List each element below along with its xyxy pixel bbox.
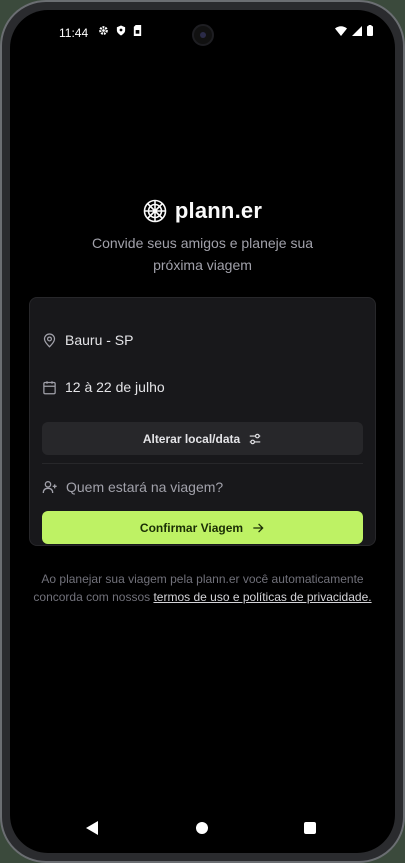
trip-card: Bauru - SP 12 à 22 de julho Alterar loca…	[29, 297, 376, 546]
battery-icon	[367, 25, 373, 36]
calendar-icon	[43, 380, 56, 394]
change-button-label: Alterar local/data	[142, 431, 241, 446]
sim-card-icon	[133, 25, 142, 36]
date-field[interactable]: 12 à 22 de julho	[42, 379, 165, 395]
front-camera	[192, 24, 214, 46]
map-pin-icon	[43, 332, 56, 348]
arrow-right-icon	[253, 522, 264, 533]
legal-notice: Ao planejar sua viagem pela plann.er voc…	[32, 570, 373, 606]
recents-icon[interactable]	[304, 822, 316, 834]
guests-placeholder: Quem estará na viagem?	[66, 479, 224, 495]
terms-link[interactable]: termos de uso e políticas de privacidade…	[153, 590, 371, 604]
tagline-line-1: Convide seus amigos e planeje sua	[91, 235, 314, 251]
status-time: 11:44	[59, 26, 89, 40]
home-icon[interactable]	[196, 822, 208, 834]
tagline: Convide seus amigos e planeje sua próxim…	[70, 232, 335, 276]
guests-field[interactable]: Quem estará na viagem?	[42, 479, 223, 495]
card-divider	[42, 463, 363, 464]
date-value: 12 à 22 de julho	[65, 379, 165, 395]
brand-name: plann.er	[174, 198, 263, 223]
status-icons-left	[98, 25, 142, 36]
location-value: Bauru - SP	[65, 332, 134, 348]
back-icon[interactable]	[86, 821, 98, 835]
location-field[interactable]: Bauru - SP	[42, 332, 133, 348]
change-location-date-button[interactable]: Alterar local/data	[42, 422, 363, 455]
settings-icon	[99, 26, 108, 35]
app-screen: 11:44 plann.er Convide seus amigos e pla…	[10, 10, 395, 853]
tagline-line-2: próxima viagem	[153, 257, 252, 273]
shield-icon	[116, 25, 126, 36]
status-icons-right	[335, 25, 373, 36]
confirm-trip-button[interactable]: Confirmar Viagem	[42, 511, 363, 544]
settings-sliders-icon	[249, 433, 261, 444]
status-bar: 11:44	[10, 10, 395, 54]
confirm-button-label: Confirmar Viagem	[139, 520, 244, 535]
globe-logo-icon	[143, 199, 167, 223]
system-nav-bar	[10, 818, 395, 842]
cell-signal-icon	[352, 25, 362, 36]
user-plus-icon	[42, 481, 57, 494]
brand-logo: plann.er	[10, 198, 395, 224]
wifi-icon	[335, 25, 347, 36]
